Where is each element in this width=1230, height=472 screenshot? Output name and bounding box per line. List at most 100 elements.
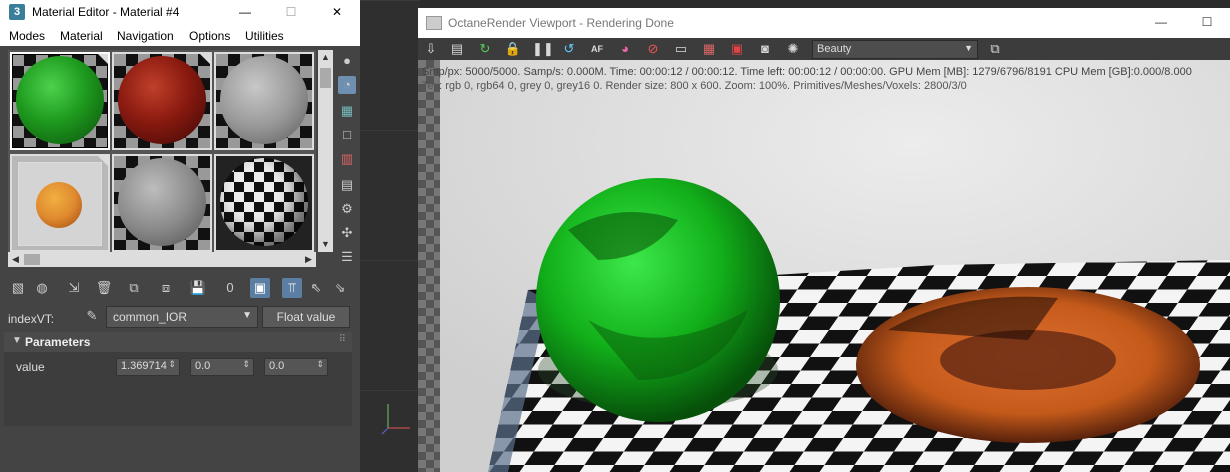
minimize-icon[interactable]: — xyxy=(1138,10,1184,34)
menu-navigation[interactable]: Navigation xyxy=(117,29,174,43)
put-to-scene-icon[interactable]: ◍ xyxy=(32,278,52,298)
render-stats: Smp/px: 5000/5000. Samp/s: 0.000M. Time:… xyxy=(418,60,1230,100)
value-spinner-1[interactable]: 1.369714 ⇕ xyxy=(116,358,180,376)
printer-icon[interactable]: ▦ xyxy=(700,40,718,58)
options-icon[interactable]: ⚙ xyxy=(338,200,356,218)
map-name-select[interactable]: common_IOR ▼ xyxy=(106,306,258,328)
menu-modes[interactable]: Modes xyxy=(9,29,45,43)
render-canvas[interactable]: Smp/px: 5000/5000. Samp/s: 0.000M. Time:… xyxy=(418,60,1230,472)
spinner-arrows-icon[interactable]: ⇕ xyxy=(168,359,176,370)
camera-icon[interactable]: ◙ xyxy=(756,40,774,58)
parameters-title: Parameters xyxy=(25,335,91,349)
sample-type-icon[interactable]: ● xyxy=(338,52,356,70)
spinner-value: 1.369714 xyxy=(121,360,167,372)
restart-icon[interactable]: ↻ xyxy=(476,40,494,58)
sample-slot-1[interactable] xyxy=(10,52,110,150)
select-by-material-icon[interactable]: ✣ xyxy=(338,224,356,242)
menu-options[interactable]: Options xyxy=(189,29,230,43)
go-to-parent-icon[interactable]: ⇖ xyxy=(306,278,326,298)
scroll-up-icon[interactable]: ▲ xyxy=(318,50,333,65)
get-material-icon[interactable]: ▧ xyxy=(8,278,28,298)
slot-corner-marker xyxy=(98,54,108,64)
pause-icon[interactable]: ❚❚ xyxy=(532,40,554,58)
color-picker-icon[interactable]: ◕ xyxy=(616,40,634,58)
put-to-library-icon[interactable]: 💾 xyxy=(188,278,208,298)
index-label: indexVT: xyxy=(8,312,55,326)
spinner-arrows-icon[interactable]: ⇕ xyxy=(316,359,324,370)
close-icon[interactable]: ✕ xyxy=(314,0,360,24)
sample-slot-6[interactable] xyxy=(214,154,314,252)
float-value-button[interactable]: Float value xyxy=(262,306,350,328)
make-preview-icon[interactable]: ▤ xyxy=(338,176,356,194)
menu-material[interactable]: Material xyxy=(60,29,103,43)
octane-titlebar[interactable]: OctaneRender Viewport - Rendering Done —… xyxy=(418,8,1230,38)
menu-utilities[interactable]: Utilities xyxy=(245,29,284,43)
octane-viewport-window: OctaneRender Viewport - Rendering Done —… xyxy=(418,8,1230,472)
make-unique-icon[interactable]: ⧈ xyxy=(156,278,176,298)
export-icon[interactable]: ⧉ xyxy=(986,40,1004,58)
map-name-value: common_IOR xyxy=(113,310,188,324)
slot-preview-sphere xyxy=(118,56,206,144)
refresh-icon[interactable]: ↺ xyxy=(560,40,578,58)
clipboard-icon[interactable]: ▤ xyxy=(448,40,466,58)
slot-corner-marker xyxy=(98,156,108,166)
chevron-down-icon: ▼ xyxy=(964,43,973,53)
chevron-down-icon: ▼ xyxy=(242,310,252,321)
slots-horizontal-scrollbar[interactable]: ◀ ▶ xyxy=(8,252,316,267)
render-stats-line-2: Tex: rgb 0, rgb64 0, grey 0, grey16 0. R… xyxy=(422,80,967,92)
assign-to-selection-icon[interactable]: ⇲ xyxy=(64,278,84,298)
sample-slot-3[interactable] xyxy=(214,52,314,150)
spinner-value: 0.0 xyxy=(195,360,211,372)
backlight-icon[interactable]: ◔ xyxy=(338,76,356,94)
material-editor-title: Material Editor - Material #4 xyxy=(32,5,180,19)
slot-preview-sphere xyxy=(36,182,82,228)
octane-title: OctaneRender Viewport - Rendering Done xyxy=(448,16,674,30)
no-entry-icon[interactable]: ⊘ xyxy=(644,40,662,58)
scroll-left-icon[interactable]: ◀ xyxy=(8,252,23,267)
material-editor-window: 3 Material Editor - Material #4 — ☐ ✕ Mo… xyxy=(0,0,360,472)
make-copy-icon[interactable]: ⧉ xyxy=(124,278,144,298)
bus-icon[interactable]: ▣ xyxy=(728,40,746,58)
scroll-thumb[interactable] xyxy=(24,254,40,265)
spinner-value: 0.0 xyxy=(269,360,285,372)
render-pass-select[interactable]: Beauty ▼ xyxy=(812,40,978,59)
slot-preview-sphere xyxy=(16,56,104,144)
3dsmax-app-icon: 3 xyxy=(9,4,25,20)
save-render-icon[interactable]: ⇩ xyxy=(422,40,440,58)
material-id-channel-icon[interactable]: 0 xyxy=(220,278,240,298)
sample-slot-2[interactable] xyxy=(112,52,212,150)
delete-icon[interactable]: 🗑 xyxy=(94,278,114,298)
af-icon[interactable]: AF xyxy=(588,40,606,58)
lock-icon[interactable]: 🔒 xyxy=(504,40,522,58)
go-forward-sibling-icon[interactable]: ⇘ xyxy=(330,278,350,298)
material-map-navigator-icon[interactable]: ☰ xyxy=(338,248,356,266)
material-editor-titlebar[interactable]: 3 Material Editor - Material #4 — ☐ ✕ xyxy=(0,0,360,24)
spinner-arrows-icon[interactable]: ⇕ xyxy=(242,359,250,370)
uv-tiling-icon[interactable]: □ xyxy=(338,126,356,144)
eyedropper-icon[interactable]: ✎ xyxy=(84,308,100,324)
scroll-right-icon[interactable]: ▶ xyxy=(301,252,316,267)
sample-slot-4[interactable] xyxy=(10,154,110,252)
settings-icon[interactable]: ✺ xyxy=(784,40,802,58)
parameters-rollout: ▼ Parameters ⠿ value 1.369714 ⇕ 0.0 ⇕ 0.… xyxy=(4,332,352,426)
sample-slot-5[interactable] xyxy=(112,154,212,252)
background-icon[interactable]: ▦ xyxy=(338,102,356,120)
slot-preview-sphere xyxy=(118,158,206,246)
parameters-rollout-header[interactable]: ▼ Parameters ⠿ xyxy=(4,332,352,352)
video-color-check-icon[interactable]: ▥ xyxy=(338,150,356,168)
render-stats-line-1: Smp/px: 5000/5000. Samp/s: 0.000M. Time:… xyxy=(422,66,1192,78)
value-spinner-3[interactable]: 0.0 ⇕ xyxy=(264,358,328,376)
scroll-thumb[interactable] xyxy=(320,68,331,88)
display-icon[interactable]: ▭ xyxy=(672,40,690,58)
slot-corner-marker xyxy=(200,54,210,64)
collapse-arrow-icon[interactable]: ▼ xyxy=(12,335,22,346)
slot-preview-sphere xyxy=(220,56,308,144)
maximize-icon[interactable]: ☐ xyxy=(1184,10,1230,34)
value-spinner-2[interactable]: 0.0 ⇕ xyxy=(190,358,254,376)
show-shaded-material-icon[interactable]: ▣ xyxy=(250,278,270,298)
slots-vertical-scrollbar[interactable]: ▲ ▼ xyxy=(318,50,333,252)
scroll-down-icon[interactable]: ▼ xyxy=(318,237,333,252)
maximize-icon[interactable]: ☐ xyxy=(268,0,314,24)
minimize-icon[interactable]: — xyxy=(222,0,268,24)
show-end-result-icon[interactable]: ⫪ xyxy=(282,278,302,298)
